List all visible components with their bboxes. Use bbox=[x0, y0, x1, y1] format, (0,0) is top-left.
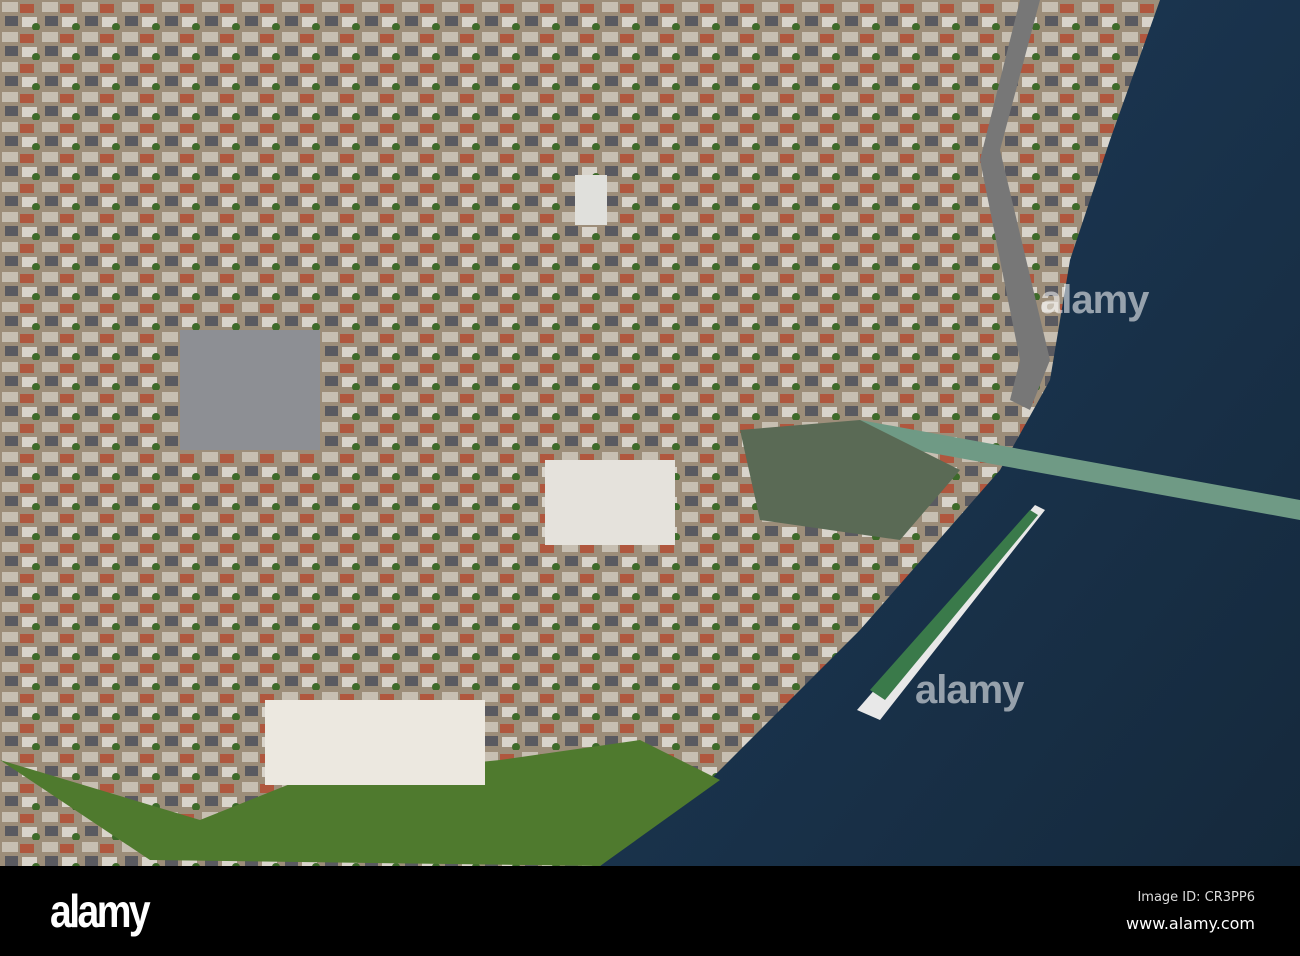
image-id: Image ID: CR3PP6 bbox=[1137, 890, 1255, 905]
footer-bar: alamy Image ID: CR3PP6 www.alamy.com bbox=[0, 866, 1300, 956]
watermark: alamy bbox=[1040, 278, 1149, 322]
alamy-logo: alamy bbox=[50, 885, 151, 937]
riverside-building bbox=[265, 700, 485, 785]
church bbox=[180, 330, 320, 450]
apartment-block bbox=[545, 460, 675, 545]
aerial-photo-graphic bbox=[0, 0, 1300, 866]
watermark: alamy bbox=[915, 668, 1024, 712]
website-link: www.alamy.com bbox=[1126, 914, 1255, 933]
tower bbox=[575, 175, 607, 225]
aerial-photo: alamy alamy bbox=[0, 0, 1300, 866]
